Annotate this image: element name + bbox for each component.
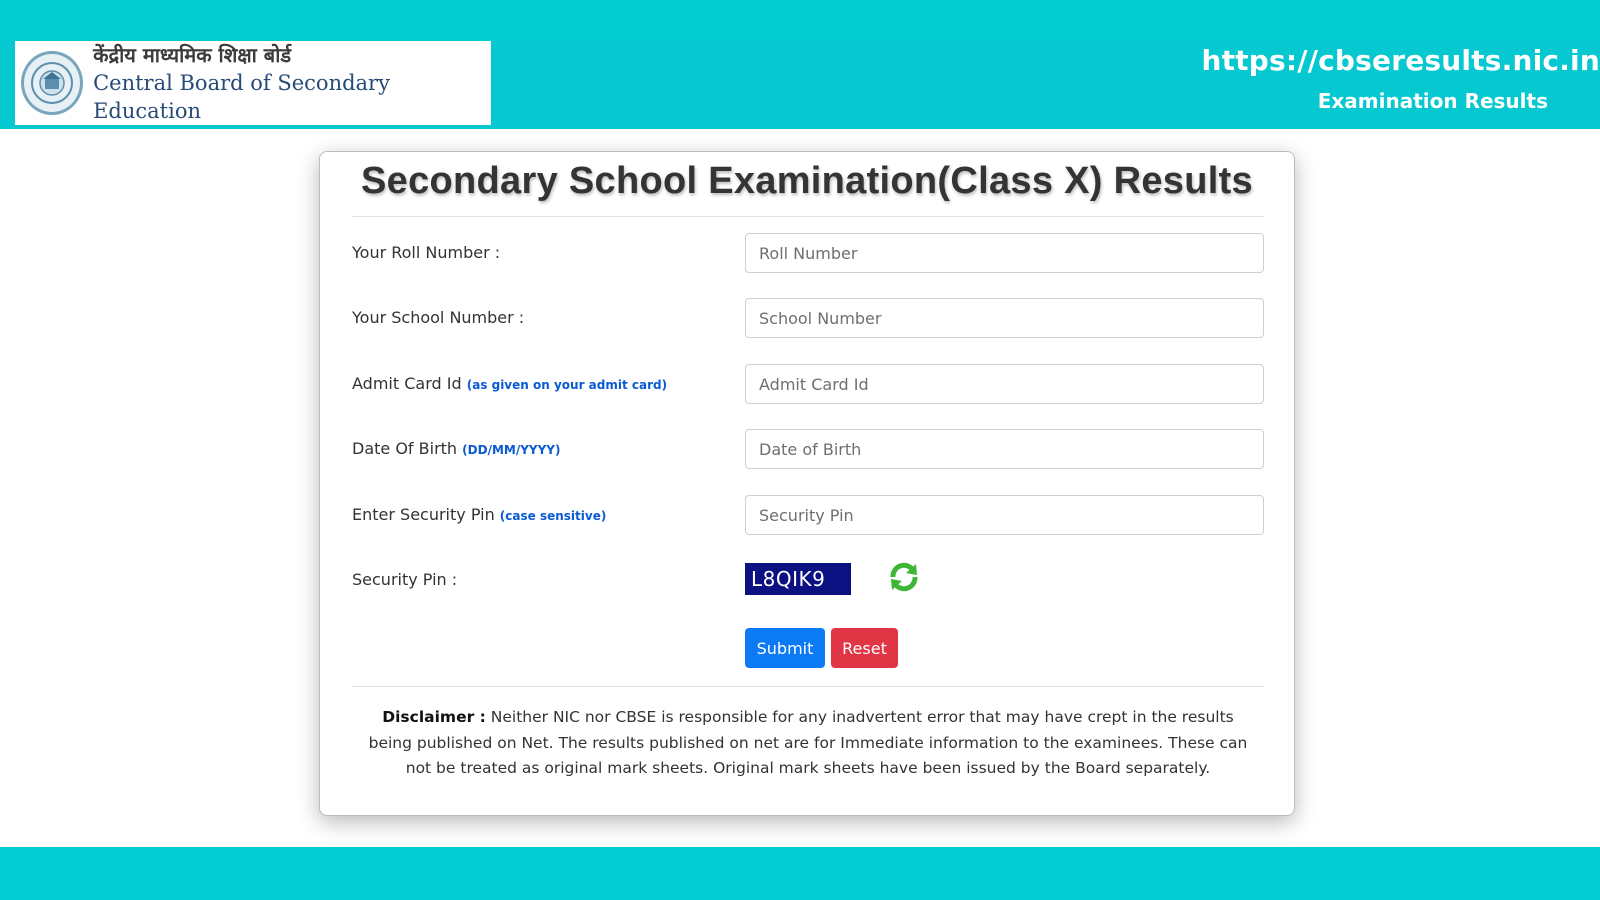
site-url[interactable]: https://cbseresults.nic.in xyxy=(1201,44,1600,84)
roll-number-row: Your Roll Number : xyxy=(352,233,1264,273)
admit-card-label-text: Admit Card Id xyxy=(352,374,462,393)
school-number-input[interactable] xyxy=(745,298,1264,338)
footer-band xyxy=(0,847,1600,900)
logo-hindi-text: केंद्रीय माध्यमिक शिक्षा बोर्ड xyxy=(93,43,292,67)
captcha-image: L8QIK9 xyxy=(745,563,851,595)
site-subtitle: Examination Results xyxy=(1317,89,1548,113)
security-pin-entry-label: Enter Security Pin (case sensitive) xyxy=(352,495,606,535)
dob-input[interactable] xyxy=(745,429,1264,469)
security-pin-entry-row: Enter Security Pin (case sensitive) xyxy=(352,495,1264,535)
captcha-label: Security Pin : xyxy=(352,570,458,589)
school-number-label: Your School Number : xyxy=(352,308,525,327)
admit-card-input[interactable] xyxy=(745,364,1264,404)
refresh-icon[interactable] xyxy=(887,560,921,594)
cbse-emblem-icon xyxy=(21,51,84,115)
school-number-row: Your School Number : xyxy=(352,298,1264,338)
admit-card-row: Admit Card Id (as given on your admit ca… xyxy=(352,364,1264,404)
admit-card-label: Admit Card Id (as given on your admit ca… xyxy=(352,364,667,404)
disclaimer-heading: Disclaimer : xyxy=(382,708,486,726)
roll-number-label: Your Roll Number : xyxy=(352,243,501,262)
dob-label: Date Of Birth (DD/MM/YYYY) xyxy=(352,429,560,469)
action-buttons-row: Submit Reset xyxy=(352,628,1264,668)
dob-label-text: Date Of Birth xyxy=(352,439,458,458)
disclaimer: Disclaimer : Neither NIC nor CBSE is res… xyxy=(368,705,1248,782)
logo-english-text: Central Board of Secondary Education xyxy=(93,71,390,123)
roll-number-input[interactable] xyxy=(745,233,1264,273)
disclaimer-divider xyxy=(352,686,1264,687)
top-strip xyxy=(0,0,1600,40)
title-divider xyxy=(352,216,1264,217)
reset-button[interactable]: Reset xyxy=(831,628,898,668)
results-form-card: Secondary School Examination(Class X) Re… xyxy=(319,151,1295,816)
captcha-row: Security Pin : L8QIK9 xyxy=(352,560,1264,600)
security-pin-input[interactable] xyxy=(745,495,1264,535)
security-pin-entry-label-text: Enter Security Pin xyxy=(352,505,495,524)
dob-format-hint: (DD/MM/YYYY) xyxy=(462,443,561,457)
case-sensitive-hint: (case sensitive) xyxy=(499,509,607,523)
admit-card-hint: (as given on your admit card) xyxy=(466,378,668,392)
page-title: Secondary School Examination(Class X) Re… xyxy=(361,160,1253,202)
dob-row: Date Of Birth (DD/MM/YYYY) xyxy=(352,429,1264,469)
submit-button[interactable]: Submit xyxy=(745,628,825,668)
cbse-logo[interactable]: केंद्रीय माध्यमिक शिक्षा बोर्ड Central B… xyxy=(15,41,491,125)
disclaimer-text: Neither NIC nor CBSE is responsible for … xyxy=(368,708,1248,777)
